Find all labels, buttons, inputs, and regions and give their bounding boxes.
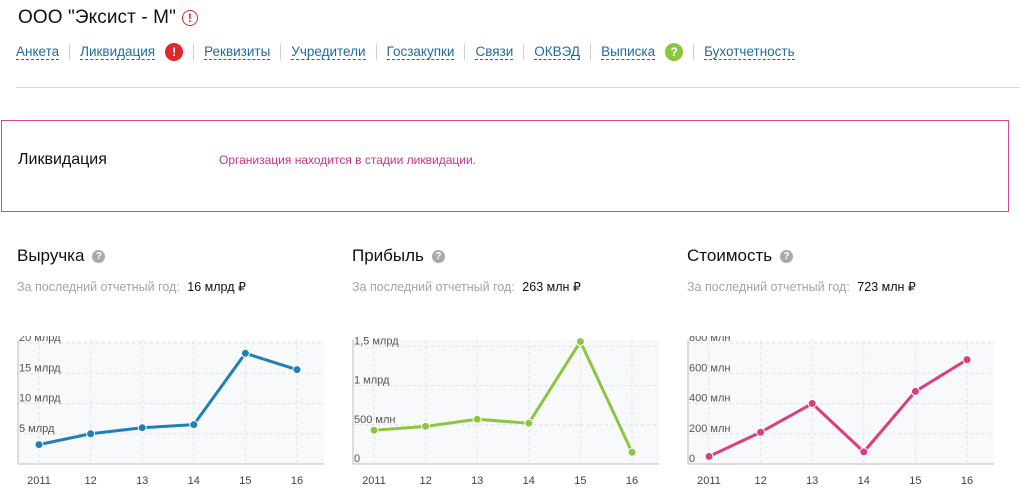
- x-tick-label: 12: [419, 475, 431, 487]
- data-point[interactable]: [292, 365, 302, 375]
- revenue-metric: Выручка ? За последний отчетный год: 16 …: [17, 246, 337, 294]
- value-subtitle: За последний отчетный год:: [687, 280, 850, 294]
- tab-connections[interactable]: Связи: [475, 44, 514, 60]
- data-point[interactable]: [137, 423, 147, 433]
- revenue-value: 16 млрд ₽: [187, 280, 246, 294]
- data-point[interactable]: [189, 420, 199, 430]
- data-point[interactable]: [524, 418, 534, 428]
- value-title: Стоимость: [687, 246, 773, 265]
- x-tick-label: 16: [291, 475, 303, 487]
- y-tick-label: 200 млн: [689, 423, 730, 435]
- tab-bar: Анкета Ликвидация ! Реквизиты Учредители…: [16, 43, 795, 61]
- alert-badge-icon[interactable]: !: [165, 43, 184, 61]
- y-tick-label: 500 млн: [354, 414, 395, 426]
- help-badge-icon[interactable]: ?: [665, 43, 684, 61]
- y-tick-label: 1,5 млрд: [354, 336, 399, 347]
- tab-separator: [693, 44, 695, 60]
- tab-separator: [280, 44, 282, 60]
- x-tick-label: 12: [754, 475, 766, 487]
- profit-subtitle: За последний отчетный год:: [352, 280, 515, 294]
- header-divider: [16, 87, 1020, 88]
- x-tick-label: 15: [909, 475, 921, 487]
- help-icon[interactable]: ?: [780, 249, 794, 263]
- x-tick-label: 16: [626, 475, 638, 487]
- tab-separator: [69, 44, 71, 60]
- liquidation-status-text: Организация находится в стадии ликвидаци…: [219, 153, 476, 167]
- plot-area: [353, 340, 659, 464]
- x-tick-label: 16: [961, 475, 973, 487]
- x-tick-label: 13: [806, 475, 818, 487]
- tab-anketa[interactable]: Анкета: [16, 44, 60, 60]
- help-icon[interactable]: ?: [431, 249, 445, 263]
- y-tick-label: 20 млрд: [19, 336, 61, 344]
- company-title: ООО "Эксист - М": [18, 7, 176, 28]
- data-point[interactable]: [807, 399, 817, 409]
- help-icon[interactable]: ?: [92, 249, 106, 263]
- y-tick-label: 0: [689, 453, 695, 465]
- tab-requisites[interactable]: Реквизиты: [204, 44, 271, 60]
- data-point[interactable]: [962, 355, 972, 365]
- data-point[interactable]: [34, 440, 44, 450]
- profit-chart: 0 500 млн 1 млрд 1,5 млрд 2011 12 13 14 15 16: [352, 336, 659, 487]
- title-row: ООО "Эксист - М" !: [18, 7, 198, 29]
- data-point[interactable]: [575, 337, 585, 347]
- data-point[interactable]: [756, 427, 766, 437]
- liquidation-panel: Ликвидация Организация находится в стади…: [1, 120, 1009, 212]
- warning-icon[interactable]: !: [181, 10, 198, 26]
- x-tick-label: 2011: [27, 475, 51, 487]
- data-point[interactable]: [627, 447, 637, 457]
- data-point[interactable]: [421, 421, 431, 431]
- tab-accounting[interactable]: Бухотчетность: [704, 44, 795, 60]
- y-tick-label: 5 млрд: [19, 423, 55, 435]
- profit-value: 263 млн ₽: [522, 280, 581, 294]
- tab-liquidation[interactable]: Ликвидация: [80, 44, 156, 60]
- x-tick-label: 2011: [362, 475, 386, 487]
- value-chart: 0 200 млн 400 млн 600 млн 800 млн 2011 12 13 14 1…: [687, 336, 994, 487]
- y-tick-label: 1 млрд: [354, 375, 390, 387]
- data-point[interactable]: [240, 348, 250, 358]
- x-tick-label: 2011: [697, 475, 721, 487]
- data-point[interactable]: [704, 451, 714, 461]
- y-tick-label: 800 млн: [689, 336, 730, 344]
- x-tick-label: 14: [188, 475, 200, 487]
- y-tick-label: 10 млрд: [19, 393, 61, 405]
- tab-separator: [464, 44, 466, 60]
- x-tick-label: 13: [471, 475, 483, 487]
- liquidation-label: Ликвидация: [18, 151, 107, 168]
- data-point[interactable]: [859, 447, 869, 457]
- y-tick-label: 600 млн: [689, 362, 730, 374]
- revenue-subtitle: За последний отчетный год:: [17, 280, 180, 294]
- tab-separator: [523, 44, 525, 60]
- value-amount: 723 млн ₽: [857, 280, 916, 294]
- tab-separator: [375, 44, 377, 60]
- y-tick-label: 15 млрд: [19, 362, 61, 374]
- y-tick-label: 0: [354, 453, 360, 465]
- revenue-title: Выручка: [17, 246, 85, 265]
- y-tick-label: 400 млн: [689, 393, 730, 405]
- data-point[interactable]: [472, 414, 482, 424]
- profit-title: Прибыль: [352, 246, 424, 265]
- tab-founders[interactable]: Учредители: [291, 44, 366, 60]
- data-point[interactable]: [910, 386, 920, 396]
- plot-area: [18, 340, 324, 464]
- data-point[interactable]: [86, 429, 96, 439]
- revenue-chart: 5 млрд 10 млрд 15 млрд 20 млрд 2011 12 13 14 15 1…: [17, 336, 324, 487]
- value-metric: Стоимость ? За последний отчетный год: 7…: [687, 246, 1007, 294]
- tab-separator: [193, 44, 195, 60]
- data-point[interactable]: [369, 425, 379, 435]
- tab-extract[interactable]: Выписка: [601, 44, 656, 60]
- x-tick-label: 14: [523, 475, 535, 487]
- tab-separator: [590, 44, 592, 60]
- profit-metric: Прибыль ? За последний отчетный год: 263…: [352, 246, 672, 294]
- tab-okved[interactable]: ОКВЭД: [534, 44, 581, 60]
- tab-procurement[interactable]: Госзакупки: [386, 44, 455, 60]
- x-tick-label: 12: [84, 475, 96, 487]
- x-tick-label: 15: [574, 475, 586, 487]
- x-tick-label: 13: [136, 475, 148, 487]
- x-tick-label: 14: [858, 475, 870, 487]
- x-tick-label: 15: [239, 475, 251, 487]
